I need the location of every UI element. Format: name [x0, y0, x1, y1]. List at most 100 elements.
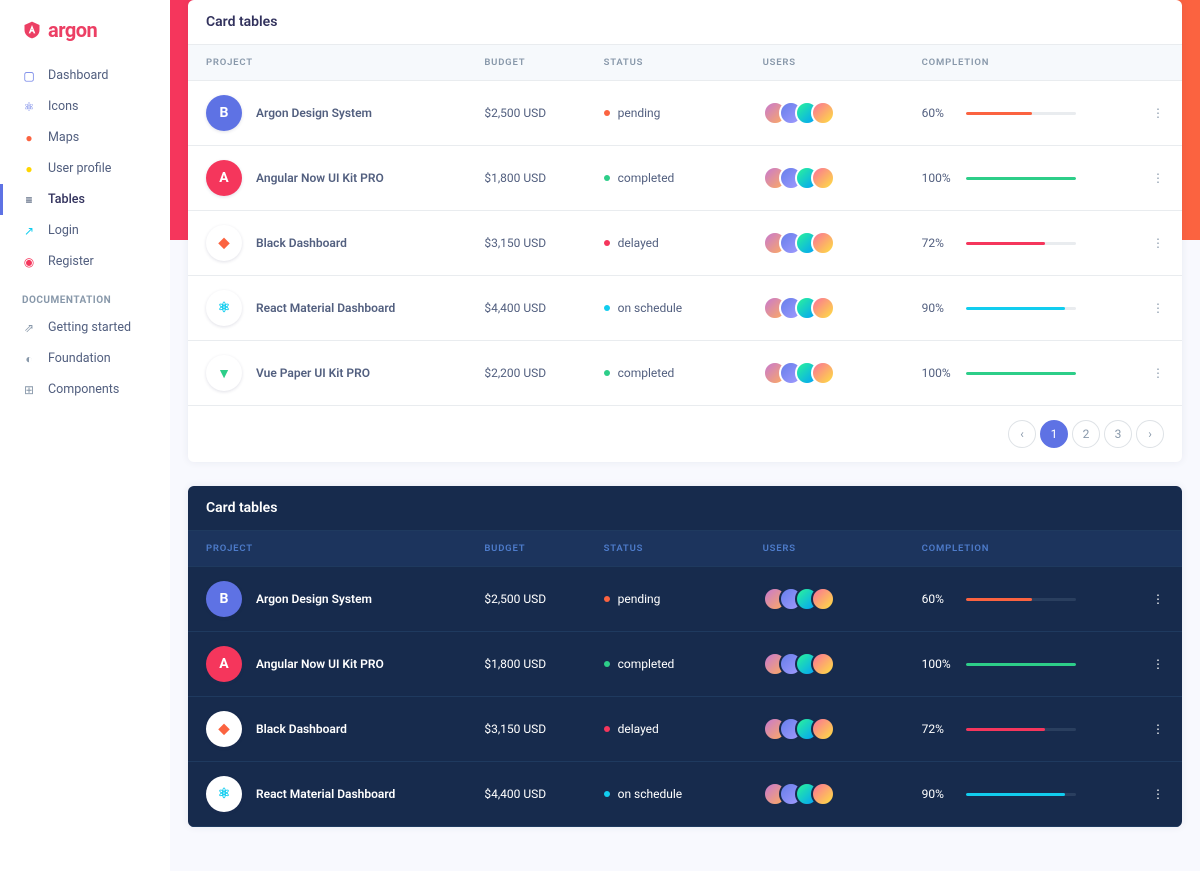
avatar[interactable] [811, 296, 835, 320]
budget-cell: $1,800 USD [466, 632, 585, 697]
completion-cell: 100% [922, 366, 1105, 380]
sidebar-item-label: Tables [48, 192, 85, 207]
row-more-button[interactable]: ⋮ [1122, 211, 1182, 276]
user-avatars[interactable] [763, 717, 886, 741]
row-more-button[interactable]: ⋮ [1122, 341, 1182, 406]
table-row: BArgon Design System$2,500 USDpending60%… [188, 81, 1182, 146]
table-row: ◆Black Dashboard$3,150 USDdelayed72%⋮ [188, 697, 1182, 762]
brand[interactable]: argon [0, 18, 170, 60]
budget-cell: $2,500 USD [466, 567, 585, 632]
column-header: PROJECT [188, 531, 466, 567]
progress-bar-track [966, 793, 1076, 796]
user-avatars[interactable] [763, 296, 886, 320]
table-row: BArgon Design System$2,500 USDpending60%… [188, 567, 1182, 632]
progress-bar-fill [966, 663, 1076, 666]
atom-icon: ⚛ [22, 100, 36, 114]
project-cell: ◆Black Dashboard [206, 225, 448, 261]
status-cell: pending [604, 592, 727, 606]
user-avatars[interactable] [763, 166, 886, 190]
page-button-1[interactable]: 1 [1040, 420, 1068, 448]
column-header: STATUS [586, 531, 745, 567]
status-text: delayed [618, 722, 659, 736]
page-next-button[interactable]: › [1136, 420, 1164, 448]
user-avatars[interactable] [763, 782, 886, 806]
sidebar-item-dashboard[interactable]: ▢Dashboard [0, 60, 170, 91]
avatar[interactable] [811, 231, 835, 255]
project-name: Argon Design System [256, 592, 372, 606]
column-header [1122, 531, 1182, 567]
project-logo-icon: A [206, 646, 242, 682]
nav-docs: ⇗Getting started◐Foundation⊞Components [0, 312, 170, 405]
user-avatars[interactable] [763, 231, 886, 255]
sidebar-item-login[interactable]: ↗Login [0, 215, 170, 246]
progress-bar-fill [966, 112, 1032, 115]
project-logo-icon: ⚛ [206, 290, 242, 326]
avatar[interactable] [811, 361, 835, 385]
status-dot-icon [604, 596, 610, 602]
status-dot-icon [604, 110, 610, 116]
projects-table-dark: PROJECTBUDGETSTATUSUSERSCOMPLETION BArgo… [188, 531, 1182, 827]
project-cell: AAngular Now UI Kit PRO [206, 160, 448, 196]
sidebar-item-components[interactable]: ⊞Components [0, 374, 170, 405]
project-logo-icon: ▼ [206, 355, 242, 391]
progress-bar-track [966, 372, 1076, 375]
page-prev-button[interactable]: ‹ [1008, 420, 1036, 448]
avatar[interactable] [811, 587, 835, 611]
avatar[interactable] [811, 101, 835, 125]
sidebar-item-register[interactable]: ◉Register [0, 246, 170, 277]
sidebar-item-getting-started[interactable]: ⇗Getting started [0, 312, 170, 343]
table-row: AAngular Now UI Kit PRO$1,800 USDcomplet… [188, 146, 1182, 211]
project-name: Vue Paper UI Kit PRO [256, 366, 370, 380]
sidebar-item-label: Getting started [48, 320, 131, 335]
sidebar-item-foundation[interactable]: ◐Foundation [0, 343, 170, 374]
user-avatars[interactable] [763, 587, 886, 611]
user-avatars[interactable] [763, 361, 886, 385]
page-button-2[interactable]: 2 [1072, 420, 1100, 448]
progress-bar-fill [966, 728, 1045, 731]
user-avatars[interactable] [763, 101, 886, 125]
row-more-button[interactable]: ⋮ [1122, 146, 1182, 211]
project-logo-icon: B [206, 95, 242, 131]
status-cell: on schedule [604, 787, 727, 801]
row-more-button[interactable]: ⋮ [1122, 697, 1182, 762]
row-more-button[interactable]: ⋮ [1122, 567, 1182, 632]
sidebar-item-tables[interactable]: ≡Tables [0, 184, 170, 215]
card-header-dark: Card tables [188, 486, 1182, 531]
status-text: pending [618, 592, 661, 606]
status-text: delayed [618, 236, 659, 250]
sidebar-item-user-profile[interactable]: ●User profile [0, 153, 170, 184]
row-more-button[interactable]: ⋮ [1122, 276, 1182, 341]
brand-shield-icon [22, 19, 42, 41]
avatar[interactable] [811, 717, 835, 741]
project-logo-icon: ◆ [206, 711, 242, 747]
project-cell: AAngular Now UI Kit PRO [206, 646, 448, 682]
nav-main: ▢Dashboard⚛Icons●Maps●User profile≡Table… [0, 60, 170, 277]
budget-cell: $2,200 USD [466, 341, 585, 406]
page-button-3[interactable]: 3 [1104, 420, 1132, 448]
user-avatars[interactable] [763, 652, 886, 676]
project-name: React Material Dashboard [256, 787, 395, 801]
progress-bar-track [966, 307, 1076, 310]
completion-pct: 60% [922, 106, 954, 120]
row-more-button[interactable]: ⋮ [1122, 632, 1182, 697]
project-name: React Material Dashboard [256, 301, 395, 315]
avatar[interactable] [811, 782, 835, 806]
project-cell: ◆Black Dashboard [206, 711, 448, 747]
table-header-row: PROJECTBUDGETSTATUSUSERSCOMPLETION [188, 531, 1182, 567]
column-header [1122, 45, 1182, 81]
progress-bar-fill [966, 242, 1045, 245]
avatar[interactable] [811, 166, 835, 190]
row-more-button[interactable]: ⋮ [1122, 762, 1182, 827]
completion-pct: 90% [922, 301, 954, 315]
sidebar-item-label: Foundation [48, 351, 111, 366]
column-header: USERS [745, 531, 904, 567]
row-more-button[interactable]: ⋮ [1122, 81, 1182, 146]
sidebar-item-icons[interactable]: ⚛Icons [0, 91, 170, 122]
nav-doc-heading: DOCUMENTATION [0, 277, 170, 312]
status-cell: completed [604, 366, 727, 380]
sidebar-item-label: User profile [48, 161, 111, 176]
sidebar-item-maps[interactable]: ●Maps [0, 122, 170, 153]
project-logo-icon: ◆ [206, 225, 242, 261]
column-header: BUDGET [466, 45, 585, 81]
avatar[interactable] [811, 652, 835, 676]
